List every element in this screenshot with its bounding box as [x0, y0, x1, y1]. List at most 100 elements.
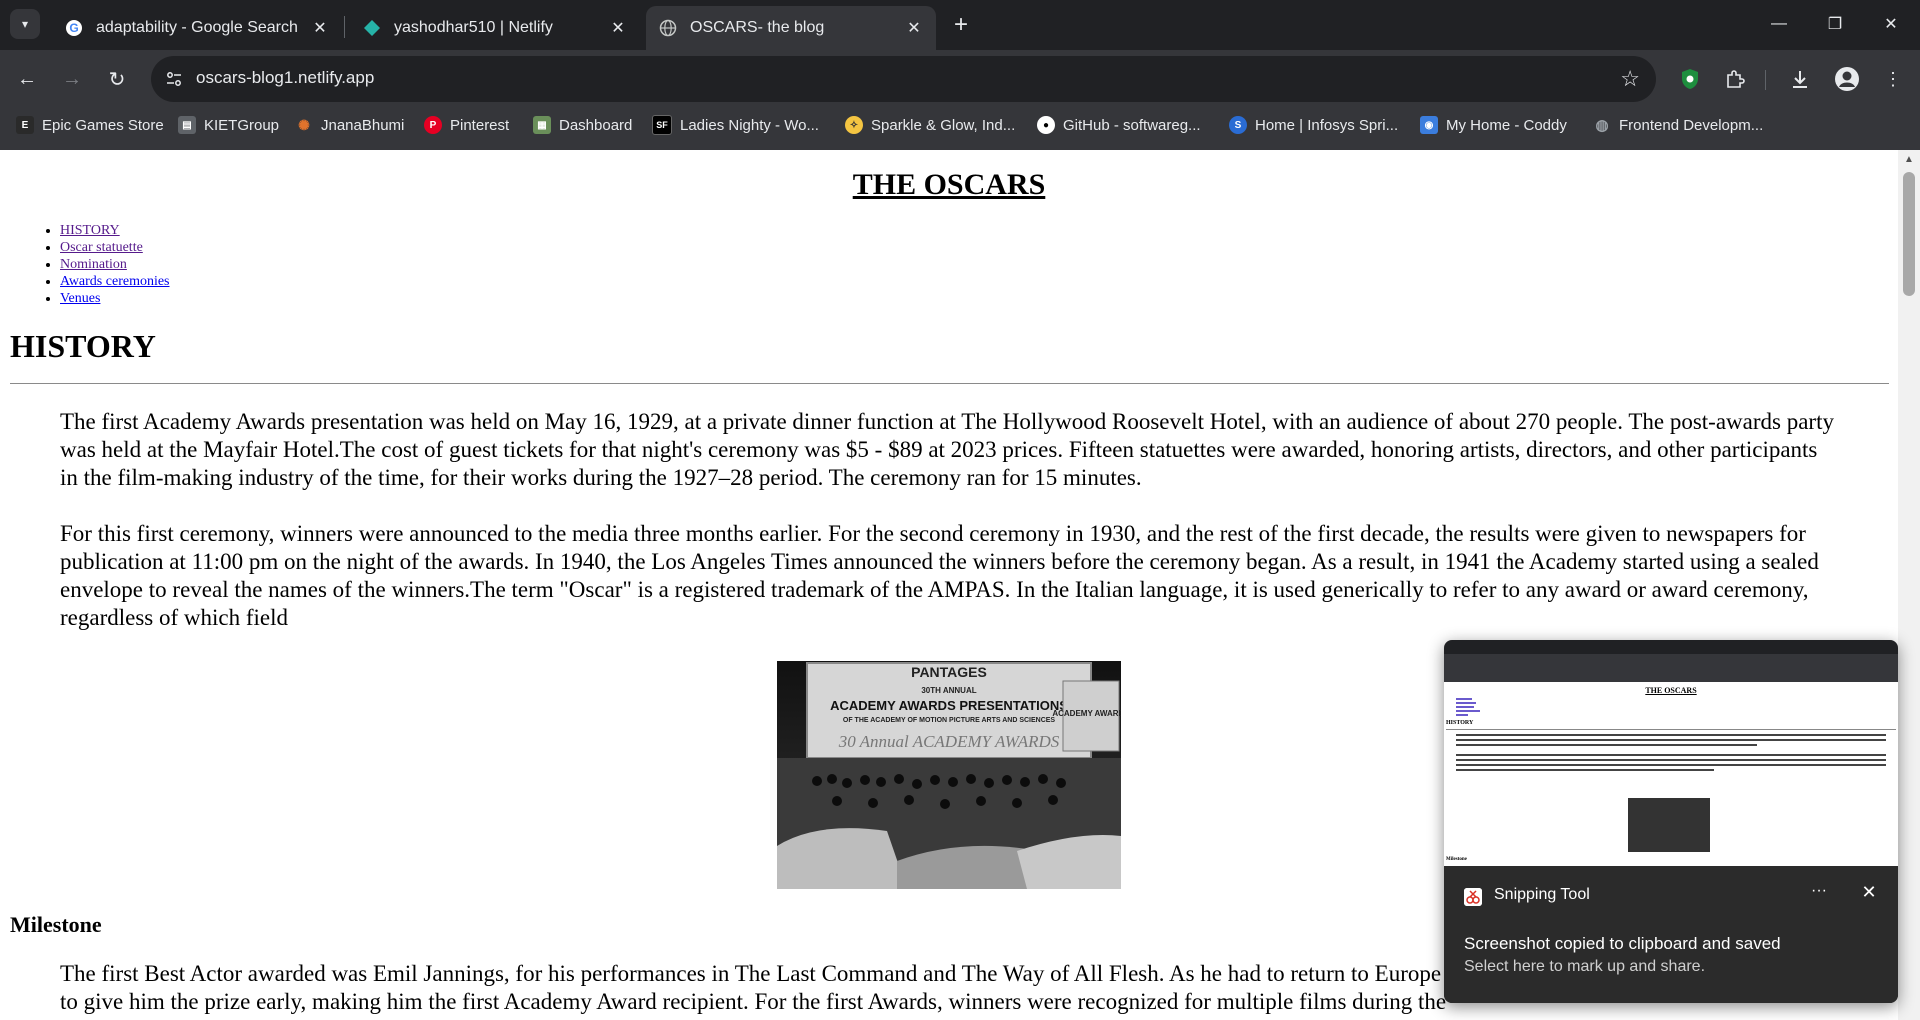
site-info-icon[interactable]	[163, 68, 185, 90]
minimize-icon: —	[1771, 15, 1787, 32]
close-icon[interactable]: ✕	[310, 18, 330, 38]
snip-more-options-button[interactable]: ···	[1804, 882, 1834, 908]
snipping-tool-notification[interactable]: THE OSCARS HISTORY Milestone Snipping To…	[1444, 640, 1898, 1003]
academy-awards-photo: PANTAGES 30TH ANNUAL ACADEMY AWARDS PRES…	[777, 661, 1121, 889]
nav-link-oscar-statuette[interactable]: Oscar statuette	[60, 240, 143, 255]
section-divider	[10, 383, 1889, 384]
coddy-icon: ◉	[1420, 116, 1438, 134]
minimize-button[interactable]: —	[1751, 0, 1807, 48]
tab-netlify[interactable]: yashodhar510 | Netlify ✕	[350, 6, 640, 50]
snip-message: Screenshot copied to clipboard and saved	[1464, 934, 1781, 953]
bookmark-label: GitHub - softwareg...	[1063, 116, 1201, 134]
close-icon[interactable]: ✕	[904, 18, 924, 38]
snip-app-name: Snipping Tool	[1494, 886, 1590, 903]
screenshot-thumbnail[interactable]: THE OSCARS HISTORY Milestone	[1444, 640, 1898, 866]
side-sign-text: ACADEMY AWARDS	[1052, 709, 1121, 718]
snipping-tool-icon	[1464, 888, 1482, 906]
epic-games-icon: E	[16, 116, 34, 134]
bookmark-epic-games[interactable]: E Epic Games Store	[16, 108, 164, 142]
scroll-up-arrow-icon[interactable]: ▲	[1898, 154, 1920, 168]
svg-text:G: G	[69, 21, 78, 35]
bookmark-coddy[interactable]: ◉ My Home - Coddy	[1420, 108, 1567, 142]
milestone-heading: Milestone	[10, 912, 102, 937]
address-bar[interactable]: oscars-blog1.netlify.app ☆	[151, 56, 1656, 102]
sf-icon: SF	[652, 115, 672, 135]
bookmark-label: Frontend Developm...	[1619, 116, 1764, 134]
marquee-text: OF THE ACADEMY OF MOTION PICTURE ARTS AN…	[843, 717, 1056, 724]
thumb-photo	[1628, 798, 1710, 852]
bookmarks-bar: E Epic Games Store ▤ KIETGroup ✺ JnanaBh…	[0, 108, 1920, 150]
github-icon: ●	[1037, 116, 1055, 134]
page-nav-list: HISTORY Oscar statuette Nomination Award…	[40, 222, 170, 307]
nav-link-history[interactable]: HISTORY	[60, 223, 120, 238]
thumb-milestone: Milestone	[1446, 857, 1467, 862]
scroll-thumb[interactable]	[1903, 172, 1915, 296]
tab-oscars-blog[interactable]: OSCARS- the blog ✕	[646, 6, 936, 50]
marquee-text: PANTAGES	[911, 664, 987, 680]
snip-notification-body[interactable]: Snipping Tool ··· ✕ Screenshot copied to…	[1444, 866, 1898, 1003]
more-menu-icon[interactable]: ⋮	[1878, 64, 1908, 94]
thumb-page: THE OSCARS HISTORY Milestone	[1444, 682, 1898, 866]
nav-item: Nomination	[60, 256, 170, 273]
tab-title: adaptability - Google Search	[96, 19, 298, 36]
thumb-text-lines	[1456, 734, 1886, 771]
close-icon[interactable]: ✕	[608, 18, 628, 38]
snip-close-button[interactable]: ✕	[1854, 882, 1884, 908]
history-paragraph-2: For this first ceremony, winners were an…	[60, 521, 1819, 630]
tab-title: OSCARS- the blog	[690, 19, 825, 36]
close-window-button[interactable]: ✕	[1863, 0, 1919, 48]
nav-item: Awards ceremonies	[60, 273, 170, 290]
thumb-divider	[1446, 729, 1896, 730]
url-text: oscars-blog1.netlify.app	[196, 68, 375, 87]
close-icon: ✕	[1884, 16, 1898, 33]
reload-icon: ↻	[108, 68, 126, 91]
bookmark-infosys[interactable]: S Home | Infosys Spri...	[1229, 108, 1398, 142]
nav-link-venues[interactable]: Venues	[60, 291, 100, 306]
tab-search-button[interactable]: ▾	[10, 9, 40, 39]
back-button[interactable]: ←	[10, 62, 44, 96]
page-scrollbar[interactable]: ▲	[1898, 150, 1920, 1020]
reload-button[interactable]: ↻	[100, 62, 134, 96]
bookmark-pinterest[interactable]: P Pinterest	[424, 108, 509, 142]
thumb-nav	[1456, 698, 1486, 716]
bookmark-jnanabhumi[interactable]: ✺ JnanaBhumi	[295, 108, 404, 142]
dashboard-icon: ▦	[533, 116, 551, 134]
bookmark-sparkle-glow[interactable]: ✧ Sparkle & Glow, Ind...	[845, 108, 1015, 142]
shield-extension-icon[interactable]	[1675, 64, 1705, 94]
bookmark-label: Home | Infosys Spri...	[1255, 116, 1399, 134]
bookmark-label: Pinterest	[450, 116, 510, 134]
chevron-down-icon: ▾	[21, 17, 29, 31]
bookmark-label: JnanaBhumi	[321, 116, 405, 134]
bookmark-github[interactable]: ● GitHub - softwareg...	[1037, 108, 1201, 142]
nav-link-nomination[interactable]: Nomination	[60, 257, 127, 272]
extensions-icon[interactable]	[1720, 64, 1750, 94]
bookmark-label: Sparkle & Glow, Ind...	[871, 116, 1016, 134]
forward-button[interactable]: →	[55, 62, 89, 96]
bookmark-kietgroup[interactable]: ▤ KIETGroup	[178, 108, 279, 142]
marquee-text: ACADEMY AWARDS PRESENTATIONS	[830, 698, 1068, 713]
bookmark-label: Dashboard	[559, 116, 633, 134]
new-tab-button[interactable]: +	[947, 11, 975, 39]
nav-item: Oscar statuette	[60, 239, 170, 256]
bookmark-frontend[interactable]: ◍ Frontend Developm...	[1593, 108, 1763, 142]
netlify-icon	[362, 18, 382, 38]
arrow-right-icon: →	[62, 67, 82, 90]
pinterest-icon: P	[424, 116, 442, 134]
snip-submessage: Select here to mark up and share.	[1464, 958, 1706, 975]
plus-icon: +	[953, 11, 968, 38]
bookmark-label: Epic Games Store	[42, 116, 164, 134]
tab-google-search[interactable]: G adaptability - Google Search ✕	[52, 6, 342, 50]
bookmark-ladies-nighty[interactable]: SF Ladies Nighty - Wo...	[652, 108, 819, 142]
download-icon[interactable]	[1785, 64, 1815, 94]
sparkle-icon: ✧	[845, 116, 863, 134]
history-heading: HISTORY	[10, 328, 156, 364]
browser-toolbar: ← → ↻ oscars-blog1.netlify.app ☆ ⋮	[0, 50, 1920, 108]
thumb-toolbar	[1444, 654, 1898, 682]
bookmark-dashboard[interactable]: ▦ Dashboard	[533, 108, 632, 142]
profile-avatar[interactable]	[1832, 64, 1862, 94]
star-icon[interactable]: ☆	[1620, 66, 1640, 92]
marquee-text: 30TH ANNUAL	[921, 686, 976, 695]
restore-button[interactable]: ❐	[1807, 0, 1863, 48]
globe-icon	[658, 18, 678, 38]
nav-link-awards-ceremonies[interactable]: Awards ceremonies	[60, 274, 170, 289]
